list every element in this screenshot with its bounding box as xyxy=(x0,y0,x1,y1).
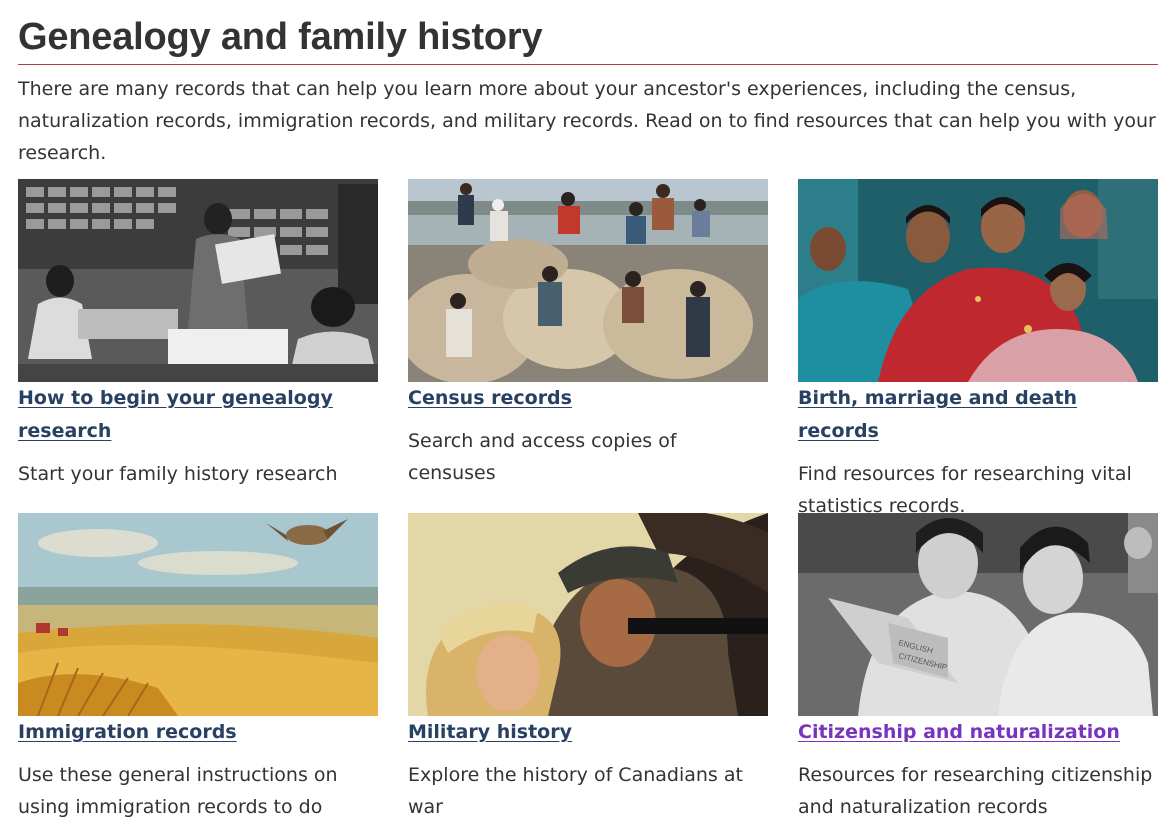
card-title-military: Military history xyxy=(408,716,768,749)
card-title-citizenship: Citizenship and naturalization xyxy=(798,716,1158,749)
card-description: Explore the history of Canadians at war xyxy=(408,764,743,818)
prairie-painting-image[interactable] xyxy=(18,513,378,716)
children-on-bales-image[interactable] xyxy=(408,179,768,382)
card-title-immigration: Immigration records xyxy=(18,716,378,749)
immigration-records-link[interactable]: Immigration records xyxy=(18,721,237,743)
birth-marriage-death-link[interactable]: Birth, marriage and death records xyxy=(798,387,1077,442)
military-history-link[interactable]: Military history xyxy=(408,721,572,743)
title-divider xyxy=(18,64,1158,65)
archive-workers-image[interactable] xyxy=(18,179,378,382)
genealogy-page: Genealogy and family history There are m… xyxy=(0,0,1174,826)
card-census: Census records Search and access copies … xyxy=(408,179,768,489)
war-poster-image[interactable] xyxy=(408,513,768,716)
card-description: Start your family history research xyxy=(18,463,338,485)
card-military: Military history Explore the history of … xyxy=(408,513,768,823)
citizenship-naturalization-link[interactable]: Citizenship and naturalization xyxy=(798,721,1120,743)
census-records-link[interactable]: Census records xyxy=(408,387,572,409)
card-citizenship: ENGLISH CITIZENSHIP Citizenship and natu… xyxy=(798,513,1158,823)
wedding-women-image[interactable] xyxy=(798,179,1158,382)
citizenship-book-image[interactable]: ENGLISH CITIZENSHIP xyxy=(798,513,1158,716)
genealogy-research-link[interactable]: How to begin your genealogy research xyxy=(18,387,333,442)
card-title-genealogy: How to begin your genealogy research xyxy=(18,382,378,448)
card-genealogy: How to begin your genealogy research Sta… xyxy=(18,179,378,490)
card-title-vital-records: Birth, marriage and death records xyxy=(798,382,1158,448)
card-immigration: Immigration records Use these general in… xyxy=(18,513,378,823)
card-description: Use these general instructions on using … xyxy=(18,764,338,818)
card-description: Search and access copies of censuses xyxy=(408,430,677,484)
intro-paragraph: There are many records that can help you… xyxy=(18,78,1156,164)
card-title-census: Census records xyxy=(408,382,768,415)
card-vital-records: Birth, marriage and death records Find r… xyxy=(798,179,1158,522)
card-description: Resources for researching citizenship an… xyxy=(798,764,1153,818)
page-title: Genealogy and family history xyxy=(18,16,543,58)
